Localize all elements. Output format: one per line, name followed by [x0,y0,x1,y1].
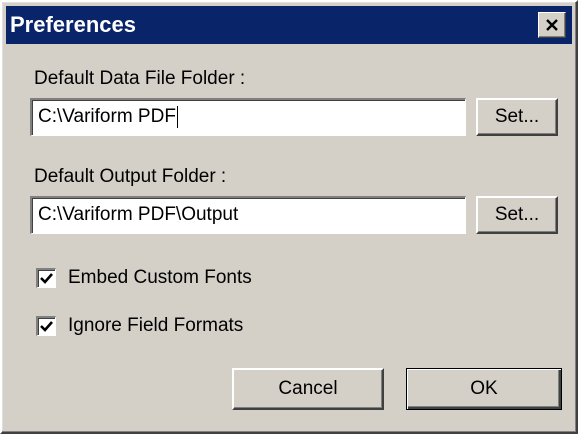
close-icon [546,19,558,31]
embed-custom-fonts-label: Embed Custom Fonts [68,267,252,288]
text-caret [176,105,178,128]
ignore-field-formats-option[interactable]: Ignore Field Formats [36,314,356,338]
output-folder-field[interactable]: C:\Variform PDF\Output [30,196,466,234]
data-folder-field[interactable]: C:\Variform PDF [30,98,466,136]
data-folder-set-button[interactable]: Set... [476,98,558,136]
dialog-title: Preferences [10,12,136,37]
data-folder-label: Default Data File Folder : [34,68,246,89]
cancel-button[interactable]: Cancel [232,368,384,410]
preferences-dialog: Preferences Default Data File Folder : C… [0,0,578,434]
checkmark-icon [40,321,53,332]
ignore-field-formats-checkbox[interactable] [36,316,56,336]
ok-button[interactable]: OK [406,368,562,410]
title-bar: Preferences [6,6,572,44]
embed-custom-fonts-checkbox[interactable] [36,268,56,288]
embed-custom-fonts-option[interactable]: Embed Custom Fonts [36,266,356,290]
output-folder-value: C:\Variform PDF\Output [38,204,239,225]
close-button[interactable] [538,12,566,38]
output-folder-set-button[interactable]: Set... [476,196,558,234]
data-folder-value: C:\Variform PDF [38,106,176,127]
output-folder-label: Default Output Folder : [34,166,227,187]
checkmark-icon [40,273,53,284]
ignore-field-formats-label: Ignore Field Formats [68,315,244,336]
